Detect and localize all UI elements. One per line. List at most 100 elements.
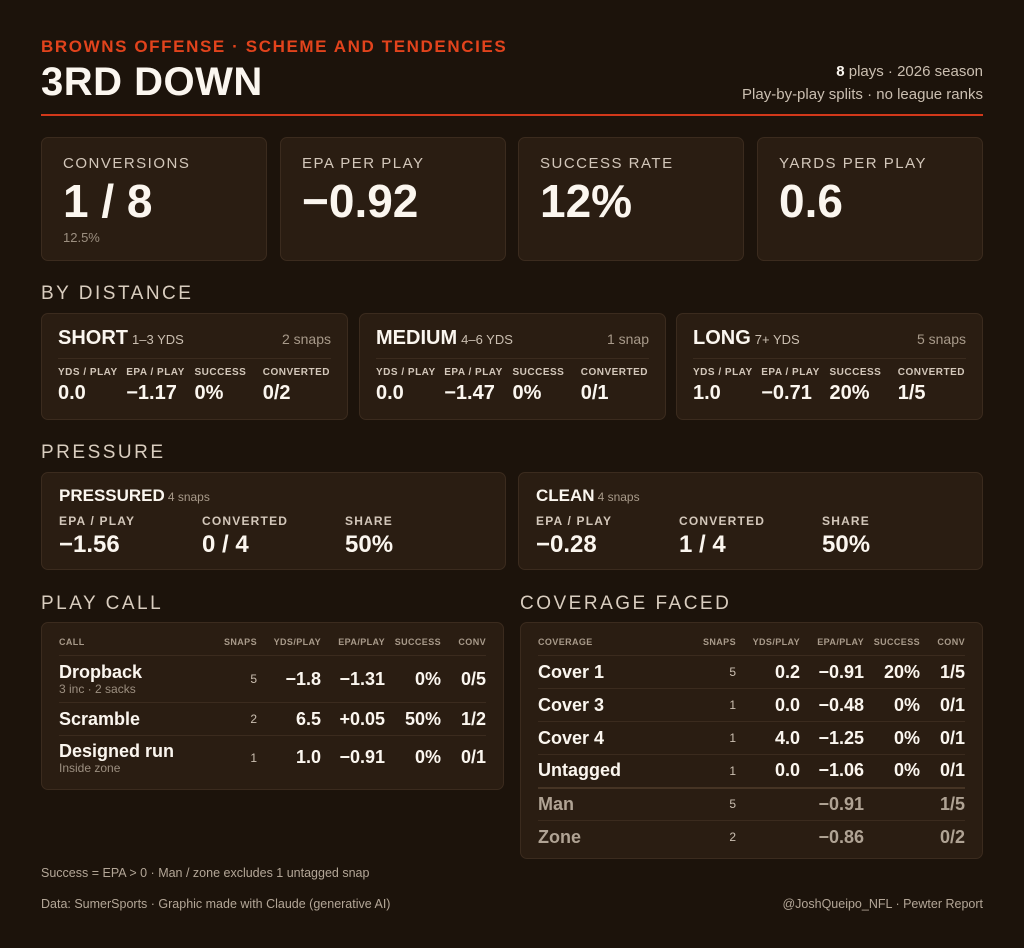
column-header: EPA/PLAY (321, 633, 385, 656)
cell-coverage: Zone (538, 826, 581, 847)
column-header: YDS/PLAY (257, 633, 321, 656)
pressure-card-pressured: PRESSURED 4 snaps EPA / PLAY −1.56 CONVERT… (41, 472, 506, 570)
cell-epa: −1.06 (800, 754, 864, 788)
cell-ypp (736, 787, 800, 821)
distance-name: MEDIUM (376, 327, 458, 349)
cell-ypp: 0.2 (736, 655, 800, 689)
stat-value-share: 50% (822, 531, 871, 558)
distance-snaps: 2 snaps (281, 331, 331, 347)
stat-label: CONVERTED (262, 367, 331, 378)
kpi-sub: 12.5% (63, 230, 100, 245)
table-row: Designed run Inside zone 1 1.0 −0.91 0% 0… (59, 736, 486, 780)
kpi-label: YARDS PER PLAY (779, 155, 927, 172)
table-row: Cover 1 5 0.2 −0.91 20% 1/5 (538, 655, 965, 689)
cell-success (864, 821, 920, 854)
pressure-name: CLEAN (536, 486, 595, 505)
stat-value-ypp: 0.0 (376, 382, 404, 404)
table-row: Cover 3 1 0.0 −0.48 0% 0/1 (538, 688, 965, 722)
cell-success: 0% (414, 747, 441, 768)
stat-label: EPA / PLAY (536, 514, 613, 528)
stat-value-converted: 0/2 (262, 382, 291, 404)
cell-epa: −0.48 (800, 688, 864, 722)
cell-conv: 0/1 (920, 754, 965, 788)
section-pressure: PRESSURE (41, 442, 166, 463)
distance-card-header: SHORT 1–3 YDS 2 snaps (58, 327, 331, 359)
cell-snaps: 5 (694, 787, 736, 821)
table-row: Cover 4 1 4.0 −1.25 0% 0/1 (538, 721, 965, 755)
footnote: Success = EPA > 0 · Man / zone excludes … (41, 866, 370, 880)
distance-card-short: SHORT 1–3 YDS 2 snaps YDS / PLAY 0.0 EPA /… (41, 313, 348, 420)
kpi-value: −0.92 (302, 175, 419, 227)
call-sub: Inside zone (59, 760, 121, 775)
stat-label: EPA / PLAY (444, 367, 503, 378)
table-row: Man 5 −0.91 1/5 (538, 787, 965, 821)
cell-conv: 1/5 (920, 787, 965, 821)
stat-label: SUCCESS (194, 367, 247, 378)
stat-value-epa: −1.56 (59, 531, 120, 558)
call-name: Designed run (59, 740, 175, 761)
pressure-snaps: 4 snaps (167, 490, 210, 504)
cell-conv: 0/1 (920, 721, 965, 755)
cell-ypp: 6.5 (257, 702, 321, 736)
kpi-label: CONVERSIONS (63, 155, 191, 172)
header-divider (41, 114, 983, 116)
cell-ypp: 0.0 (736, 754, 800, 788)
stat-label: EPA / PLAY (126, 367, 185, 378)
cell-ypp: 4.0 (736, 721, 800, 755)
distance-name: SHORT (58, 327, 128, 349)
cell-epa: −1.31 (321, 655, 385, 703)
stat-label: SUCCESS (512, 367, 565, 378)
cell-ypp: 1.0 (295, 747, 321, 768)
cell-success: 0% (864, 688, 920, 722)
kpi-yards-per-play: YARDS PER PLAY 0.6 (757, 137, 983, 261)
plays-suffix: plays · 2026 season (844, 63, 983, 80)
distance-card-long: LONG 7+ YDS 5 snaps YDS / PLAY 1.0 EPA / P… (676, 313, 983, 420)
cell-snaps: 2 (215, 702, 257, 736)
call-name: Dropback (59, 662, 143, 682)
distance-snaps: 1 snap (606, 331, 649, 347)
cell-snaps: 1 (694, 721, 736, 755)
cell-conv: 0/1 (920, 688, 965, 722)
cell-snaps: 5 (694, 655, 736, 689)
kpi-value: 0.6 (779, 175, 843, 227)
cell-epa: −0.91 (800, 655, 864, 689)
distance-range: 4–6 YDS (461, 332, 513, 347)
cell-success: 20% (864, 655, 920, 689)
stat-value-converted: 1/5 (897, 382, 926, 404)
cell-coverage: Cover 1 (538, 655, 694, 689)
cell-success (864, 787, 920, 821)
distance-name: LONG (693, 327, 751, 349)
distance-range: 7+ YDS (754, 332, 800, 347)
table-header-row: COVERAGE SNAPS YDS/PLAY EPA/PLAY SUCCESS… (538, 633, 965, 656)
column-header: EPA/PLAY (800, 633, 864, 656)
data-source: Data: SumerSports · Graphic made with Cl… (41, 897, 391, 911)
stat-value-success: 0% (512, 382, 542, 404)
cell-conv: 0/5 (441, 655, 486, 703)
column-header: SNAPS (694, 633, 736, 656)
table-row: Untagged 1 0.0 −1.06 0% 0/1 (538, 754, 965, 788)
stat-value-epa: −0.71 (761, 382, 812, 404)
stat-value-converted: 0/1 (580, 382, 609, 404)
stat-value-ypp: 1.0 (693, 382, 721, 404)
cell-snaps: 1 (694, 754, 736, 788)
coverage-table: COVERAGE SNAPS YDS/PLAY EPA/PLAY SUCCESS… (538, 633, 965, 854)
page-title: 3RD DOWN (41, 60, 263, 104)
cell-conv: 0/1 (460, 747, 486, 768)
stat-value-converted: 1 / 4 (679, 531, 726, 558)
header-note: Play-by-play splits · no league ranks (742, 86, 983, 103)
cell-coverage: Man (538, 787, 694, 821)
table-row: Dropback 3 inc · 2 sacks 5 −1.8 −1.31 0% … (59, 655, 486, 703)
distance-card-header: MEDIUM 4–6 YDS 1 snap (376, 327, 649, 359)
stat-value-share: 50% (345, 531, 394, 558)
column-header: YDS/PLAY (736, 633, 800, 656)
header-meta: 8 plays · 2026 season Play-by-play split… (742, 60, 983, 106)
stat-value-ypp: 0.0 (58, 382, 86, 404)
cell-conv: 1/5 (920, 655, 965, 689)
cell-epa: −0.91 (800, 787, 864, 821)
stat-label: SHARE (345, 514, 394, 528)
cell-snaps: 5 (215, 655, 257, 703)
cell-epa: +0.05 (321, 702, 385, 736)
credit: @JoshQueipo_NFL · Pewter Report (782, 897, 983, 911)
cell-success: 0% (385, 655, 441, 703)
coverage-table-card: COVERAGE SNAPS YDS/PLAY EPA/PLAY SUCCESS… (520, 622, 983, 859)
